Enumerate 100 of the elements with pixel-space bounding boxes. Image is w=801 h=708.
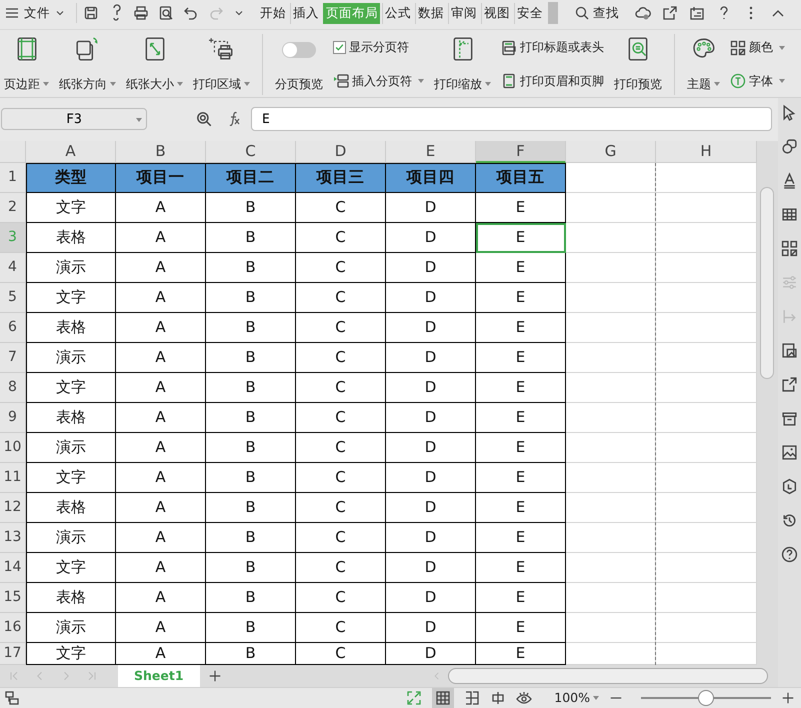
ribbon-button[interactable]: 页边距 — [4, 34, 49, 95]
pointer-icon[interactable] — [781, 104, 798, 121]
row-header[interactable]: 14 — [0, 552, 26, 583]
row-header[interactable]: 2 — [0, 192, 26, 223]
horizontal-scrollbar[interactable] — [448, 668, 768, 684]
zoom-level[interactable]: 100% — [554, 690, 599, 706]
history-icon[interactable] — [781, 512, 798, 529]
empty-cell[interactable] — [656, 402, 757, 433]
empty-cell[interactable] — [566, 612, 656, 643]
help-icon[interactable] — [781, 546, 798, 563]
more-tabs-button[interactable] — [548, 2, 558, 24]
menu-tab[interactable]: 视图 — [481, 2, 512, 24]
ribbon-button[interactable]: 打印标题或表头 — [501, 39, 604, 56]
empty-cell[interactable] — [656, 312, 757, 343]
redo-icon[interactable] — [208, 5, 224, 22]
column-header[interactable]: A — [26, 140, 116, 163]
row-header[interactable]: 15 — [0, 582, 26, 613]
row-header[interactable]: 10 — [0, 432, 26, 463]
row-header[interactable]: 6 — [0, 312, 26, 343]
ribbon-button[interactable]: 打印缩放 — [434, 34, 491, 95]
zoom-in-icon[interactable] — [781, 690, 795, 705]
sliders-icon[interactable] — [781, 274, 798, 291]
fullscreen-icon[interactable] — [406, 690, 422, 706]
search-button[interactable]: 查找 — [574, 4, 619, 22]
empty-cell[interactable] — [566, 432, 656, 463]
empty-cell[interactable] — [656, 192, 757, 223]
hexagon-icon[interactable] — [781, 478, 798, 495]
row-header[interactable]: 13 — [0, 522, 26, 553]
ribbon-button[interactable]: 插入分页符 — [333, 72, 424, 90]
first-sheet-icon[interactable] — [8, 670, 20, 682]
grid-icon[interactable] — [781, 240, 798, 257]
empty-cell[interactable] — [656, 282, 757, 313]
print-icon[interactable] — [133, 5, 149, 22]
empty-cell[interactable] — [566, 522, 656, 553]
empty-cell[interactable] — [656, 372, 757, 403]
ribbon-button[interactable]: 颜色 — [730, 39, 785, 56]
menu-tab[interactable]: 数据 — [415, 2, 446, 24]
empty-cell[interactable] — [656, 432, 757, 463]
ribbon-button[interactable]: 字体 — [730, 72, 785, 90]
print-preview-icon[interactable] — [158, 5, 174, 22]
normal-view-button[interactable] — [432, 688, 454, 708]
column-header[interactable]: H — [656, 140, 757, 163]
ribbon-button[interactable]: 纸张方向 — [59, 34, 116, 95]
empty-cell[interactable] — [566, 402, 656, 433]
row-header[interactable]: 4 — [0, 252, 26, 283]
image-icon[interactable] — [781, 444, 798, 461]
row-header[interactable]: 17 — [0, 642, 26, 665]
page-break-view-icon[interactable] — [464, 690, 480, 706]
scrollbar-thumb[interactable] — [760, 186, 774, 379]
shapes-icon[interactable] — [781, 138, 798, 155]
empty-cell[interactable] — [566, 582, 656, 613]
row-header[interactable]: 1 — [0, 162, 26, 193]
empty-cell[interactable] — [656, 552, 757, 583]
file-menu[interactable]: 文件 — [24, 4, 50, 22]
cloud-icon[interactable] — [635, 5, 651, 22]
empty-cell[interactable] — [656, 222, 757, 253]
select-all-corner[interactable] — [0, 140, 26, 163]
row-header[interactable]: 11 — [0, 462, 26, 493]
row-header[interactable]: 12 — [0, 492, 26, 523]
column-header[interactable]: F — [476, 140, 566, 163]
menu-tab[interactable]: 插入 — [290, 2, 321, 24]
ribbon-button[interactable]: 纸张大小 — [126, 34, 183, 95]
empty-cell[interactable] — [656, 612, 757, 643]
formula-input[interactable]: E — [251, 107, 772, 132]
table-icon[interactable] — [781, 206, 798, 223]
menu-tab[interactable]: 审阅 — [448, 2, 479, 24]
save-icon[interactable] — [83, 5, 99, 22]
zoom-icon[interactable] — [195, 110, 213, 128]
last-sheet-icon[interactable] — [86, 670, 98, 682]
empty-cell[interactable] — [656, 462, 757, 493]
empty-cell[interactable] — [656, 522, 757, 553]
name-box[interactable]: F3 — [1, 108, 147, 130]
eye-protection-icon[interactable] — [516, 690, 532, 706]
row-header[interactable]: 8 — [0, 372, 26, 403]
empty-cell[interactable] — [656, 342, 757, 373]
empty-cell[interactable] — [566, 492, 656, 523]
column-header[interactable]: C — [206, 140, 296, 163]
empty-cell[interactable] — [566, 462, 656, 493]
toggle-switch[interactable] — [282, 42, 316, 58]
document-image-icon[interactable] — [781, 342, 798, 359]
column-header[interactable]: B — [116, 140, 206, 163]
archive-icon[interactable] — [781, 410, 798, 427]
column-header[interactable]: E — [386, 140, 476, 163]
row-header[interactable]: 16 — [0, 612, 26, 643]
transfer-icon[interactable] — [781, 308, 798, 325]
status-icon[interactable] — [4, 690, 20, 706]
column-header[interactable]: D — [296, 140, 386, 163]
empty-cell[interactable] — [656, 252, 757, 283]
ribbon-button[interactable]: 打印预览 — [614, 34, 662, 95]
row-header[interactable]: 5 — [0, 282, 26, 313]
column-header[interactable]: G — [566, 140, 656, 163]
row-header[interactable]: 9 — [0, 402, 26, 433]
empty-cell[interactable] — [656, 162, 757, 193]
share-icon[interactable] — [781, 376, 798, 393]
freeze-icon[interactable] — [490, 690, 506, 706]
ribbon-button[interactable]: 打印页眉和页脚 — [501, 72, 604, 90]
menu-tab[interactable]: 安全 — [514, 2, 545, 24]
row-header[interactable]: 7 — [0, 342, 26, 373]
checkbox-option[interactable]: 显示分页符 — [333, 39, 424, 56]
ribbon-button[interactable]: 主题 — [687, 34, 720, 95]
